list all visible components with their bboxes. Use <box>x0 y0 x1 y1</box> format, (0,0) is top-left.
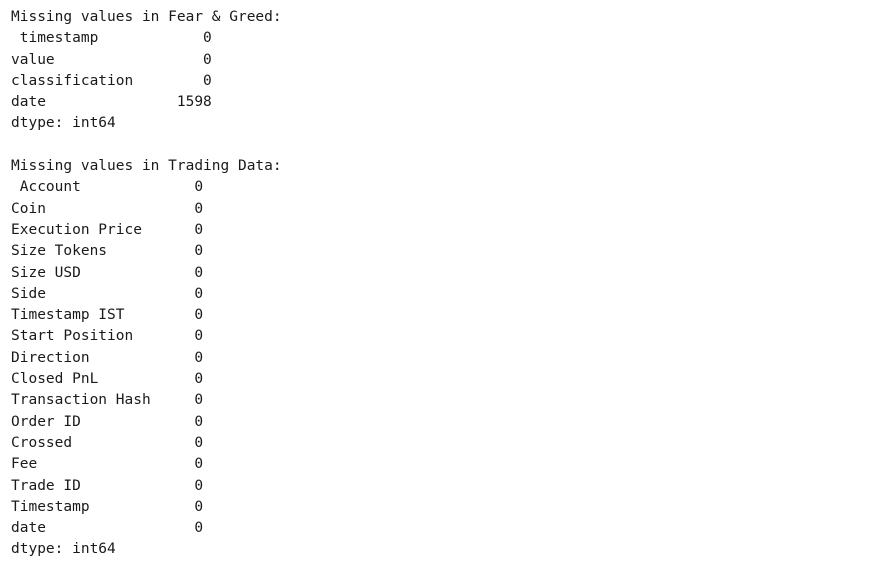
output-line: Missing values in Fear & Greed: <box>11 9 282 25</box>
output-line: Timestamp 0 <box>11 498 204 515</box>
output-line: Crossed 0 <box>11 434 204 451</box>
output-line: Transaction Hash 0 <box>11 392 204 409</box>
output-line: date 1598 <box>11 94 212 111</box>
output-line: timestamp 0 <box>11 30 212 47</box>
output-line: Execution Price 0 <box>11 221 204 238</box>
output-line: Trade ID 0 <box>11 477 204 494</box>
output-line: Coin 0 <box>11 200 204 217</box>
output-line: value 0 <box>11 51 212 68</box>
output-line: Account 0 <box>11 179 204 196</box>
output-line: Timestamp IST 0 <box>11 307 204 324</box>
output-line: date 0 <box>11 520 204 537</box>
output-line: Start Position 0 <box>11 328 204 345</box>
output-line: Closed PnL 0 <box>11 371 204 388</box>
output-line: Fee 0 <box>11 456 204 473</box>
output-line: Missing values in Trading Data: <box>11 158 282 175</box>
output-line: Order ID 0 <box>11 413 204 430</box>
cell-output: Missing values in Fear & Greed: timestam… <box>11 7 282 561</box>
output-line: Direction 0 <box>11 349 204 366</box>
output-line: Side 0 <box>11 285 204 302</box>
output-line-blank <box>11 135 282 156</box>
output-line: Size USD 0 <box>11 264 204 281</box>
output-line: dtype: int64 <box>11 541 116 558</box>
output-line: Size Tokens 0 <box>11 243 204 260</box>
output-line: classification 0 <box>11 72 212 89</box>
output-line: dtype: int64 <box>11 115 116 132</box>
